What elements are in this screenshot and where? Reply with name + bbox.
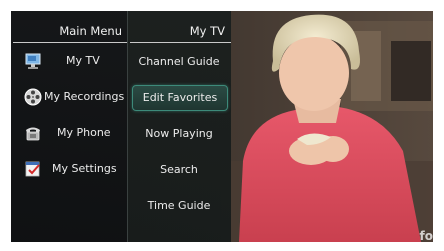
phone-icon (24, 124, 42, 142)
settings-checklist-icon (24, 160, 42, 178)
sub-menu-title: My TV (189, 24, 225, 38)
sub-menu-item-edit-favorites[interactable]: Edit Favorites (132, 85, 228, 111)
tv-screen: fo Main Menu My TV My Recordings My Phon… (11, 11, 433, 242)
sub-menu-divider (130, 42, 231, 43)
main-menu-item-my-settings[interactable]: My Settings (11, 158, 127, 182)
main-menu-item-my-recordings[interactable]: My Recordings (11, 86, 127, 110)
main-menu-item-label: My Phone (57, 126, 111, 139)
main-menu-divider (13, 42, 127, 43)
main-menu-item-label: My Recordings (44, 90, 125, 103)
sub-menu-item-search[interactable]: Search (132, 158, 226, 182)
main-menu-item-my-tv[interactable]: My TV (11, 50, 127, 74)
sub-menu-item-now-playing[interactable]: Now Playing (132, 122, 226, 146)
main-menu-title: Main Menu (59, 24, 122, 38)
channel-logo: fo (419, 229, 433, 242)
film-reel-icon (24, 88, 42, 106)
tv-monitor-icon (24, 52, 42, 70)
main-menu-panel: Main Menu My TV My Recordings My Phone M… (11, 11, 127, 242)
main-menu-item-label: My Settings (52, 162, 117, 175)
main-menu-item-label: My TV (66, 54, 100, 67)
sub-menu-item-time-guide[interactable]: Time Guide (132, 194, 226, 218)
main-menu-item-my-phone[interactable]: My Phone (11, 122, 127, 146)
sub-menu-item-channel-guide[interactable]: Channel Guide (132, 50, 226, 74)
sub-menu-panel: My TV Channel Guide Edit Favorites Now P… (127, 11, 231, 242)
